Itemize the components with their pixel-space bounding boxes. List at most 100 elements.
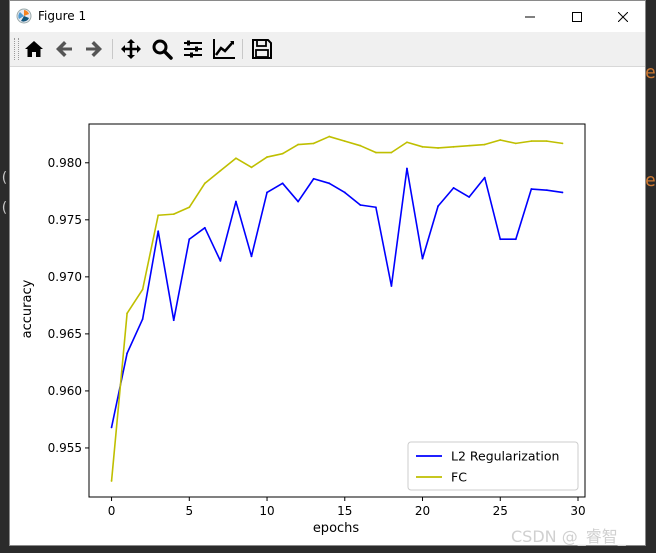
data-point: [468, 144, 471, 147]
data-point: [297, 143, 300, 146]
data-point: [483, 176, 486, 179]
data-point: [219, 259, 222, 262]
plot-frame: [88, 123, 586, 498]
line-chart: 0 5 10 15 20 25 30 0.955 0.960 0.965 0.970 0.975 0.9…: [20, 123, 586, 536]
data-point: [546, 140, 548, 143]
data-point: [281, 182, 284, 185]
close-icon: [618, 11, 628, 22]
minimize-icon: [525, 16, 535, 17]
data-point: [390, 151, 393, 154]
data-point: [250, 166, 253, 169]
data-point: [359, 144, 362, 147]
x-axis-label: epochs: [313, 521, 360, 536]
series-line-l2-regularization: [110, 167, 563, 428]
data-point: [530, 188, 533, 190]
data-point: [297, 200, 300, 203]
data-point: [530, 140, 533, 143]
figure-canvas[interactable]: 0 5 10 15 20 25 30 0.955 0.960 0.965 0.970 0.975 0.9…: [10, 67, 645, 545]
data-point: [328, 182, 331, 185]
data-point: [235, 157, 237, 160]
edit-axis-button[interactable]: [211, 37, 237, 61]
data-point: [281, 152, 284, 155]
data-point: [328, 135, 331, 138]
back-button[interactable]: [51, 37, 77, 61]
data-point: [188, 238, 191, 241]
data-point: [157, 230, 160, 233]
data-point: [172, 319, 175, 322]
zoom-icon: [152, 39, 173, 60]
x-tick-label: 25: [493, 504, 508, 518]
data-point: [343, 191, 346, 194]
navigation-toolbar: [10, 32, 645, 67]
home-button[interactable]: [21, 37, 47, 61]
data-point: [390, 285, 393, 287]
y-tick-label: 0.965: [48, 327, 82, 341]
data-point: [266, 156, 268, 158]
legend-label: L2 Regularization: [451, 449, 559, 464]
data-point: [266, 191, 268, 194]
forward-arrow-icon: [86, 41, 102, 57]
background-code-fragment: e: [645, 170, 656, 191]
pan-button[interactable]: [118, 37, 144, 61]
x-tick-label: 20: [415, 504, 430, 518]
y-tick-label: 0.975: [48, 213, 82, 227]
data-point: [126, 312, 128, 315]
forward-button[interactable]: [81, 37, 107, 61]
background-code-fragment: (: [0, 170, 9, 186]
data-point: [343, 140, 346, 143]
data-point: [172, 213, 175, 216]
y-tick-label: 0.960: [48, 384, 82, 398]
x-tick-label: 5: [185, 504, 193, 518]
maximize-icon: [572, 11, 582, 22]
legend-label: FC: [451, 470, 467, 485]
data-point: [483, 143, 486, 146]
data-point: [188, 206, 191, 209]
figure-window: Figure 1 0 5 10 15 20 25 30 0.955 0.960 …: [9, 0, 646, 546]
data-point: [157, 214, 160, 217]
data-point: [499, 139, 502, 141]
y-tick-label: 0.970: [48, 270, 82, 284]
x-tick-label: 30: [570, 504, 585, 518]
data-point: [421, 257, 424, 260]
save-button[interactable]: [249, 37, 275, 61]
data-point: [110, 480, 113, 482]
y-tick-label: 0.955: [48, 441, 82, 455]
y-axis-label: accuracy: [20, 279, 35, 338]
maximize-button[interactable]: [554, 1, 600, 32]
pan-icon: [121, 39, 141, 59]
close-button[interactable]: [600, 1, 646, 32]
toolbar-separator: [242, 39, 243, 59]
data-point: [312, 177, 315, 180]
data-point: [514, 142, 517, 145]
data-point: [374, 206, 377, 209]
data-point: [546, 189, 548, 192]
data-point: [110, 426, 113, 429]
minimize-button[interactable]: [507, 1, 553, 32]
data-point: [235, 200, 237, 203]
zoom-button[interactable]: [149, 37, 175, 61]
data-point: [437, 147, 439, 149]
data-point: [203, 182, 206, 185]
title-bar[interactable]: Figure 1: [10, 1, 645, 32]
data-point: [437, 205, 439, 208]
x-tick-label: 10: [259, 504, 274, 518]
window-title: Figure 1: [38, 9, 87, 23]
toolbar-separator: [112, 39, 113, 59]
data-point: [203, 226, 206, 229]
data-point: [219, 169, 222, 172]
back-arrow-icon: [56, 41, 72, 57]
data-point: [452, 186, 455, 189]
data-point: [406, 167, 408, 170]
toolbar-grip[interactable]: [14, 38, 19, 60]
data-point: [141, 288, 144, 291]
data-point: [126, 352, 128, 355]
subplots-icon: [184, 40, 202, 58]
data-point: [250, 255, 253, 258]
save-icon: [252, 39, 272, 59]
subplots-button[interactable]: [180, 37, 206, 61]
x-tick-label: 15: [337, 504, 352, 518]
data-point: [406, 141, 408, 144]
y-tick-label: 0.980: [48, 156, 82, 170]
matplotlib-icon: [16, 8, 32, 24]
data-point: [374, 151, 377, 154]
